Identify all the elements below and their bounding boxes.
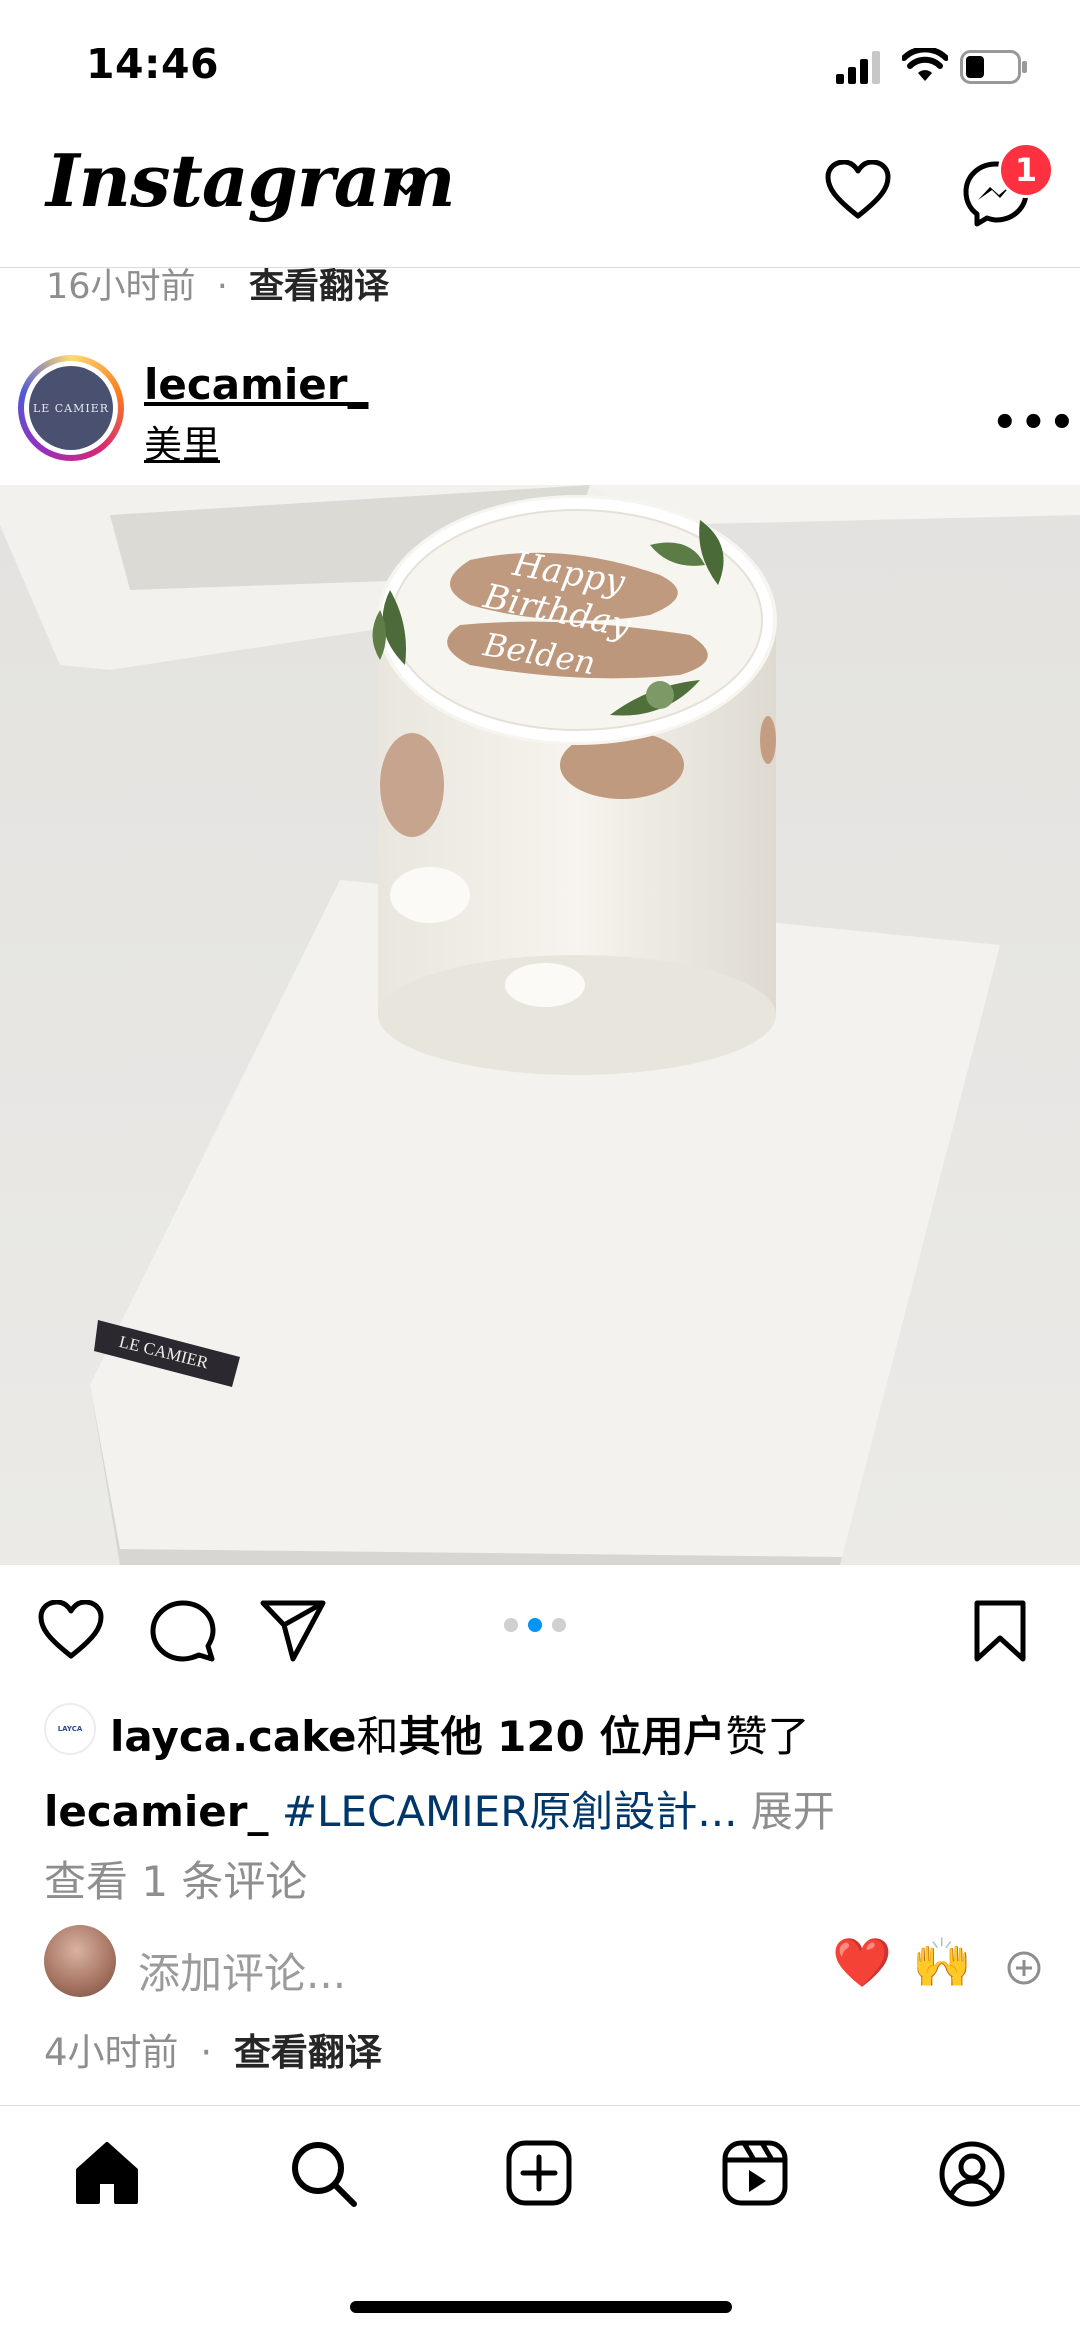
save-icon[interactable] — [974, 1600, 1026, 1662]
translate-link[interactable]: 查看翻译 — [249, 267, 389, 307]
nav-divider — [0, 2105, 1080, 2106]
carousel-indicator — [504, 1618, 566, 1632]
heart-icon[interactable] — [825, 160, 891, 220]
avatar[interactable]: LE CAMIER — [29, 366, 113, 450]
likes-user[interactable]: layca.cake — [110, 1712, 357, 1761]
comment-icon[interactable] — [150, 1600, 216, 1662]
caption-more-link[interactable]: 展开 — [751, 1787, 835, 1836]
likes-avatar[interactable]: LAYCA — [44, 1703, 96, 1755]
carousel-dot-active — [528, 1618, 542, 1632]
battery-icon — [960, 50, 1027, 84]
caption-hashtag[interactable]: #LECAMIER原創設計... — [282, 1787, 738, 1836]
translate-link[interactable]: 查看翻译 — [234, 2031, 382, 2074]
wifi-icon — [902, 48, 948, 81]
search-icon[interactable] — [290, 2140, 358, 2208]
signal-icon — [836, 51, 880, 84]
carousel-dot — [504, 1618, 518, 1632]
chevron-down-icon[interactable] — [390, 176, 422, 198]
profile-icon[interactable] — [938, 2140, 1006, 2208]
likes-summary[interactable]: layca.cake和其他 120 位用户赞了 — [110, 1703, 810, 1764]
post-username[interactable]: lecamier_ — [144, 360, 368, 409]
header-divider — [0, 267, 1080, 268]
likes-others[interactable]: 其他 120 位用户 — [399, 1712, 726, 1761]
separator: · — [200, 2031, 213, 2074]
home-indicator — [350, 2301, 732, 2313]
quick-reaction-heart[interactable]: ❤️ — [832, 1934, 892, 1991]
likes-suffix: 赞了 — [725, 1712, 810, 1761]
my-avatar — [44, 1925, 116, 1997]
post-location[interactable]: 美里 — [144, 414, 220, 469]
previous-post-footer: 16小时前 · 查看翻译 — [46, 258, 389, 309]
avatar-label: LE CAMIER — [32, 401, 110, 415]
create-icon[interactable] — [506, 2140, 572, 2206]
separator: · — [216, 267, 228, 307]
add-comment-input[interactable]: 添加评论... — [138, 1940, 346, 2001]
carousel-dot — [552, 1618, 566, 1632]
cake-photo: LE CAMIER Happy Birthday Belden — [0, 485, 1080, 1565]
caption-username[interactable]: lecamier_ — [44, 1787, 268, 1836]
post-photo[interactable]: LE CAMIER Happy Birthday Belden — [0, 485, 1080, 1565]
notification-badge: 1 — [998, 142, 1054, 198]
like-icon[interactable] — [38, 1600, 104, 1660]
previous-post-time: 16小时前 — [46, 267, 196, 307]
share-icon[interactable] — [260, 1600, 326, 1662]
caption: lecamier_ #LECAMIER原創設計... 展开 — [44, 1778, 835, 1839]
home-icon[interactable] — [74, 2140, 140, 2206]
post-footer: 4小时前 · 查看翻译 — [44, 2022, 382, 2076]
post-time: 4小时前 — [44, 2031, 179, 2074]
likes-connector: 和 — [356, 1712, 399, 1761]
reels-icon[interactable] — [722, 2140, 788, 2206]
view-comments-link[interactable]: 查看 1 条评论 — [44, 1848, 307, 1909]
likes-avatar-label: LAYCA — [57, 1725, 83, 1733]
add-reaction-icon[interactable] — [1006, 1950, 1042, 1986]
status-time: 14:46 — [86, 40, 220, 88]
quick-reaction-raised-hands[interactable]: 🙌 — [912, 1934, 972, 1991]
more-options-icon[interactable]: ••• — [992, 400, 1078, 446]
